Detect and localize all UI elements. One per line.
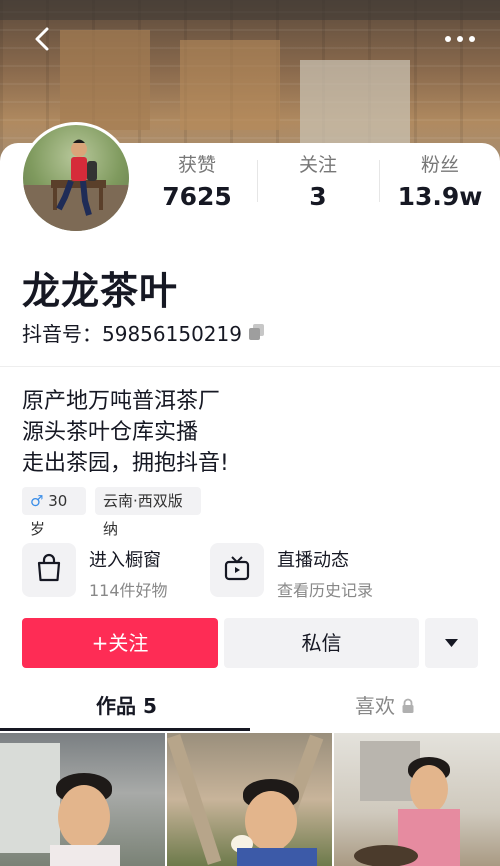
banner-ceiling [0,0,500,20]
douyin-id: 抖音号：59856150219 [22,322,242,346]
male-icon: ♂ [30,492,44,510]
bio-line: 源头茶叶仓库实播 [22,420,199,445]
shop-window-subtitle: 114件好物 [89,581,168,600]
message-button[interactable]: 私信 [224,618,419,668]
avatar[interactable] [20,122,132,234]
shop-window-button[interactable] [22,543,76,597]
stat-likes-value: 7625 [162,182,232,211]
video-thumbnail[interactable] [167,733,332,866]
divider [0,366,500,367]
age-tag: ♂ 30岁 [22,487,86,538]
banner-boxes-right [300,60,410,150]
caret-down-icon [445,639,458,647]
thumbnail-person-face [410,765,448,813]
live-history-subtitle: 查看历史记录 [277,581,374,600]
avatar-photo [23,139,129,231]
stat-following[interactable]: 关注 3 [268,152,368,214]
stat-divider [379,160,380,202]
tab-likes-label: 喜欢 [355,694,395,718]
follow-button[interactable]: +关注 [22,618,218,668]
shop-window-title[interactable]: 进入橱窗 [89,546,161,572]
bio-line: 走出茶园，拥抱抖音! [22,451,229,476]
banner-boxes-left [60,30,150,130]
active-tab-indicator [0,728,250,731]
tab-likes[interactable]: 喜欢 [355,690,415,719]
stat-following-label: 关注 [298,154,337,176]
stat-followers-value: 13.9w [397,182,483,211]
profile-bio: 原产地万吨普洱茶厂 源头茶叶仓库实播 走出茶园，拥抱抖音! [22,386,229,479]
shopping-bag-icon [37,553,61,582]
stat-likes[interactable]: 获赞 7625 [147,152,247,214]
thumbnail-person-face [58,785,110,849]
thumbnail-person-shirt [50,845,120,866]
tv-icon [224,556,250,581]
video-thumbnail[interactable] [0,733,165,866]
thumbnail-tree-branch [167,734,222,865]
location-tag: 云南·西双版纳 [95,487,201,538]
tab-works[interactable]: 作品 5 [96,690,157,719]
thumbnail-machine [0,743,60,853]
stat-likes-label: 获赞 [177,154,216,176]
stat-following-value: 3 [309,182,327,211]
thumbnail-person-shirt [237,848,317,866]
live-history-button[interactable] [210,543,264,597]
lock-icon [402,698,414,713]
profile-name: 龙龙茶叶 [22,269,179,313]
stat-followers[interactable]: 粉丝 13.9w [390,152,490,214]
more-dropdown-button[interactable] [425,618,478,668]
back-arrow-icon[interactable] [28,24,58,54]
live-history-title[interactable]: 直播动态 [277,546,349,572]
copy-icon[interactable] [248,323,266,341]
more-options-icon[interactable] [440,24,480,54]
thumbnail-tea-basket [354,845,418,866]
video-thumbnail[interactable] [334,733,500,866]
stat-divider [257,160,258,202]
bio-line: 原产地万吨普洱茶厂 [22,389,221,414]
banner-boxes-mid [180,40,280,130]
stat-followers-label: 粉丝 [420,154,459,176]
